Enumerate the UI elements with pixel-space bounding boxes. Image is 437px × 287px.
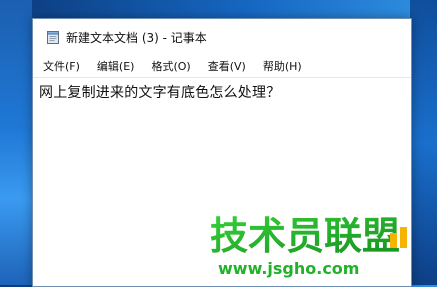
editor-content[interactable]: 网上复制进来的文字有底色怎么处理？ bbox=[33, 78, 410, 106]
notepad-window: 新建文本文档 (3) - 记事本 文件(F) 编辑(E) 格式(O) 查看(V)… bbox=[32, 18, 412, 287]
text-editor[interactable]: 网上复制进来的文字有底色怎么处理？ bbox=[33, 78, 410, 286]
notepad-icon bbox=[47, 31, 59, 44]
window-title: 新建文本文档 (3) - 记事本 bbox=[66, 30, 207, 45]
menu-edit[interactable]: 编辑(E) bbox=[95, 56, 137, 76]
menu-view[interactable]: 查看(V) bbox=[206, 56, 248, 76]
menu-format[interactable]: 格式(O) bbox=[149, 56, 192, 76]
menu-file[interactable]: 文件(F) bbox=[41, 56, 82, 76]
menu-bar: 文件(F) 编辑(E) 格式(O) 查看(V) 帮助(H) bbox=[33, 55, 411, 78]
menu-help[interactable]: 帮助(H) bbox=[261, 56, 304, 76]
desktop-background-left bbox=[0, 0, 32, 285]
title-bar[interactable]: 新建文本文档 (3) - 记事本 bbox=[33, 19, 411, 55]
desktop-background-right bbox=[410, 0, 437, 285]
